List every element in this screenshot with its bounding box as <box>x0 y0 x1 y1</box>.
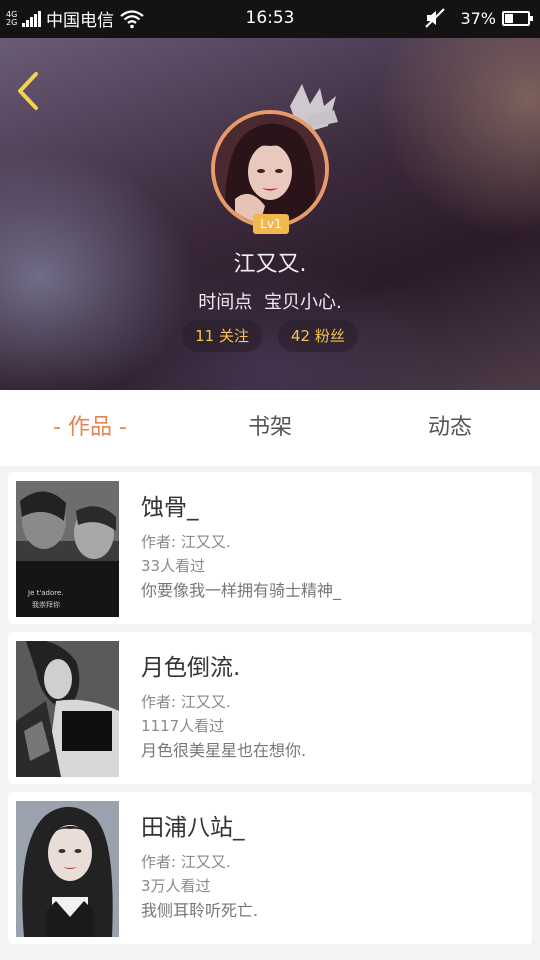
work-description: 我侧耳聆听死亡. <box>141 901 259 920</box>
work-card[interactable]: 月色倒流. 作者: 江又又. 1117人看过 月色很美星星也在想你. <box>8 632 532 784</box>
work-views: 33人看过 <box>141 557 206 575</box>
work-author: 作者: 江又又. <box>141 693 231 711</box>
work-title: 月色倒流. <box>141 655 241 681</box>
level-badge: Lv1 <box>253 214 289 234</box>
cover-caption-cn: 我崇拜你 <box>32 600 60 609</box>
work-cover <box>16 801 119 937</box>
work-description: 月色很美星星也在想你. <box>141 741 307 760</box>
work-card[interactable]: 田浦八站_ 作者: 江又又. 3万人看过 我侧耳聆听死亡. <box>8 792 532 944</box>
tab-bar: - 作品 - 书架 动态 <box>0 390 540 466</box>
work-views: 3万人看过 <box>141 877 211 895</box>
work-cover <box>16 641 119 777</box>
mute-icon <box>425 8 446 28</box>
work-card[interactable]: Je t'adore. 我崇拜你 蚀骨_ 作者: 江又又. 33人看过 你要像我… <box>8 472 532 624</box>
work-description: 你要像我一样拥有骑士精神_ <box>141 581 342 600</box>
tab-works[interactable]: - 作品 - <box>0 390 180 466</box>
avatar[interactable] <box>211 110 329 228</box>
following-count[interactable]: 11 关注 <box>182 320 262 352</box>
follow-stats: 11 关注 42 粉丝 <box>0 320 540 352</box>
battery-percent: 37% <box>460 8 496 28</box>
avatar-image <box>215 114 325 224</box>
username: 江又又. <box>233 252 307 277</box>
battery-icon <box>502 10 533 26</box>
works-list: Je t'adore. 我崇拜你 蚀骨_ 作者: 江又又. 33人看过 你要像我… <box>8 472 532 952</box>
cover-caption: Je t'adore. <box>27 589 64 597</box>
work-cover: Je t'adore. 我崇拜你 <box>16 481 119 617</box>
work-author: 作者: 江又又. <box>141 533 231 551</box>
work-title: 田浦八站_ <box>141 815 245 841</box>
tab-bookshelf[interactable]: 书架 <box>180 390 360 466</box>
work-views: 1117人看过 <box>141 717 225 735</box>
profile-header: Lv1 江又又. 时间点 宝贝小心. 11 关注 42 粉丝 <box>0 38 540 390</box>
user-signature: 时间点 宝贝小心. <box>198 292 342 313</box>
status-bar: 4G 2G 中国电信 16:53 37% <box>0 0 540 38</box>
work-author: 作者: 江又又. <box>141 853 231 871</box>
followers-count[interactable]: 42 粉丝 <box>278 320 358 352</box>
tab-activity[interactable]: 动态 <box>360 390 540 466</box>
back-arrow-icon[interactable] <box>14 70 44 112</box>
work-title: 蚀骨_ <box>141 495 199 521</box>
